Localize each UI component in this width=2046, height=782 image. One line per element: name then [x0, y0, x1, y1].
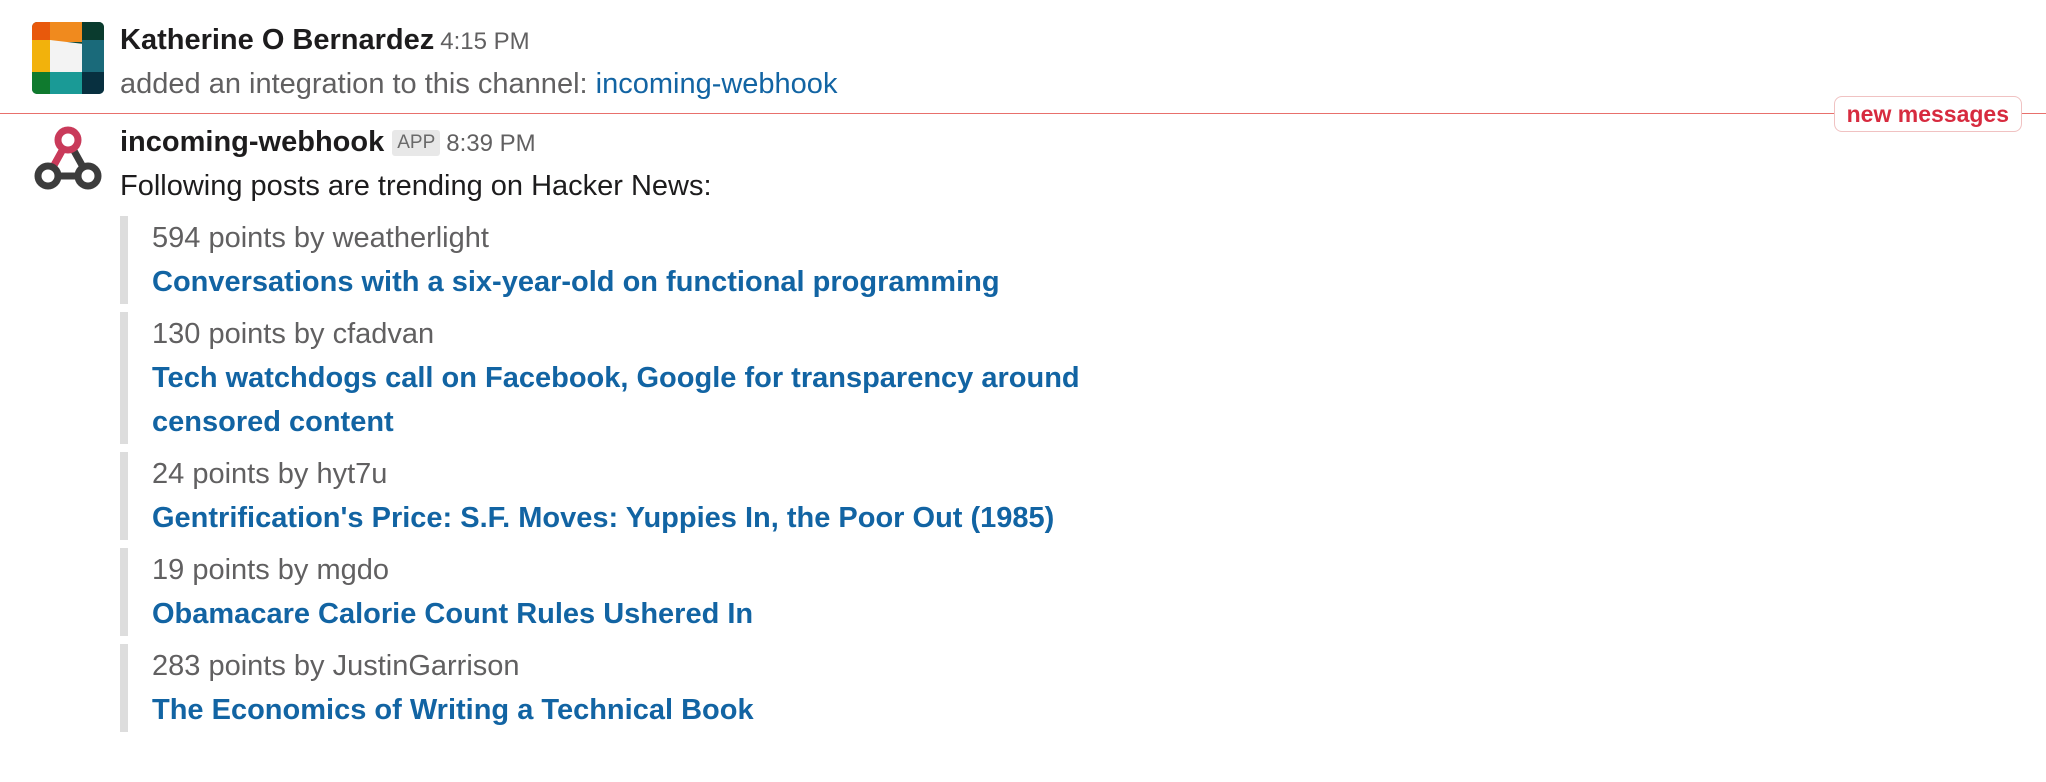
attachment: 594 points by weatherlight Conversations… — [120, 216, 1220, 304]
sender-name[interactable]: Katherine O Bernardez — [120, 24, 434, 56]
system-message-text: added an integration to this channel: — [120, 68, 588, 100]
attachment-title-link[interactable]: Gentrification's Price: S.F. Moves: Yupp… — [152, 496, 1212, 540]
attachment-list: 594 points by weatherlight Conversations… — [120, 216, 1220, 740]
message-text: added an integration to this channel: in… — [120, 62, 837, 106]
message-header: Katherine O Bernardez 4:15 PM — [120, 22, 837, 58]
webhook-icon[interactable] — [32, 124, 104, 196]
user-avatar-icon[interactable] — [32, 22, 104, 94]
message-body: Katherine O Bernardez 4:15 PM added an in… — [120, 22, 837, 106]
timestamp[interactable]: 8:39 PM — [446, 130, 535, 157]
attachment-meta: 24 points by hyt7u — [152, 458, 388, 490]
attachment-meta: 19 points by mgdo — [152, 554, 389, 586]
sender-name[interactable]: incoming-webhook — [120, 126, 384, 158]
attachment-meta: 130 points by cfadvan — [152, 318, 435, 350]
message-body: incoming-webhook APP 8:39 PM Following pos… — [120, 124, 712, 208]
message-text: Following posts are trending on Hacker N… — [120, 170, 712, 202]
attachment-meta: 594 points by weatherlight — [152, 222, 489, 254]
timestamp[interactable]: 4:15 PM — [440, 28, 529, 55]
message-header: incoming-webhook APP 8:39 PM — [120, 124, 712, 160]
attachment-title-link[interactable]: Tech watchdogs call on Facebook, Google … — [152, 356, 1212, 444]
attachment: 130 points by cfadvan Tech watchdogs cal… — [120, 312, 1220, 444]
attachment: 19 points by mgdo Obamacare Calorie Coun… — [120, 548, 1220, 636]
app-badge: APP — [392, 130, 441, 156]
new-messages-divider — [0, 113, 2046, 114]
attachment-title-link[interactable]: The Economics of Writing a Technical Boo… — [152, 688, 1212, 732]
new-messages-badge[interactable]: new messages — [1833, 96, 2022, 132]
attachment-meta: 283 points by JustinGarrison — [152, 650, 520, 682]
attachment: 24 points by hyt7u Gentrification's Pric… — [120, 452, 1220, 540]
attachment: 283 points by JustinGarrison The Economi… — [120, 644, 1220, 732]
integration-link[interactable]: incoming-webhook — [596, 68, 838, 100]
attachment-title-link[interactable]: Obamacare Calorie Count Rules Ushered In — [152, 592, 1212, 636]
attachment-title-link[interactable]: Conversations with a six-year-old on fun… — [152, 260, 1212, 304]
